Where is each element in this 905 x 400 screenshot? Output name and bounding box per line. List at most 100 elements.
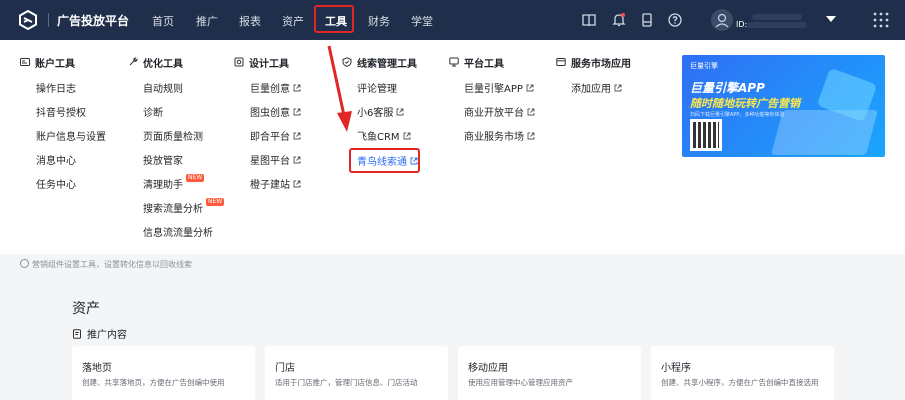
help-icon[interactable] [666, 11, 684, 29]
column-title: 线索管理工具 [357, 58, 417, 70]
menu-item-message-center[interactable]: 消息中心 [36, 152, 76, 167]
assets-section: 资产 推广内容 落地页 创建、共享落地页，方便在广告创编中使用 门店 适用于门店… [0, 276, 905, 400]
card-desc: 使用应用管理中心管理应用资产 [468, 378, 573, 387]
logo-icon[interactable] [18, 10, 38, 30]
menu-item-label: 小6客服 [357, 108, 394, 119]
menu-item-xiao6-service[interactable]: 小6客服 [357, 104, 404, 119]
promo-content-header: 推广内容 [72, 326, 127, 341]
column-title: 账户工具 [35, 58, 75, 70]
menu-item-label: 即合平台 [250, 132, 290, 143]
user-icon[interactable] [711, 9, 733, 31]
card-title: 移动应用 [468, 363, 508, 374]
menu-item-label: 清理助手 [143, 180, 183, 191]
nav-promotion[interactable]: 推广 [196, 13, 218, 29]
menu-item-search-traffic[interactable]: 搜索流量分析 NEW [143, 197, 225, 215]
tip-text: 营销组件设置工具，设置转化信息以回收线索 [32, 260, 192, 269]
external-link-icon [293, 132, 301, 139]
menu-item-xingtu[interactable]: 星图平台 [250, 152, 301, 167]
grid-icon[interactable] [873, 12, 889, 28]
promo-banner[interactable]: 巨量引擎 巨量引擎APP 随时随地玩转广告营销 扫码下载巨量引擎APP，多种功能… [682, 55, 885, 157]
card-desc: 创建、共享小程序，方便在广告创编中直接选用 [661, 378, 819, 387]
info-icon [20, 259, 29, 268]
column-title: 服务市场应用 [571, 58, 631, 70]
user-id-redacted [747, 22, 807, 28]
device-icon[interactable] [638, 11, 656, 29]
menu-item-comment-management[interactable]: 评论管理 [357, 80, 397, 95]
top-navigation-bar: 广告投放平台 首页 推广 报表 资产 工具 财务 学堂 ID: [0, 0, 905, 40]
wrench-icon [129, 57, 138, 66]
column-lead-tools: 线索管理工具 [342, 55, 417, 70]
external-link-icon [293, 108, 301, 115]
nav-home[interactable]: 首页 [152, 13, 174, 29]
card-title: 落地页 [82, 363, 112, 374]
menu-item-feiyu-crm[interactable]: 飞鱼CRM [357, 128, 411, 143]
card-store[interactable]: 门店 适用于门店推广，管理门店信息、门店活动 [265, 346, 448, 400]
menu-item-page-quality[interactable]: 页面质量检测 [143, 128, 203, 143]
column-title: 优化工具 [143, 58, 183, 70]
column-account-tools: 账户工具 [20, 55, 75, 70]
banner-caption: 扫码下载巨量引擎APP，多种功能等你体验 [690, 112, 785, 118]
external-link-icon [527, 132, 535, 139]
menu-item-open-platform[interactable]: 商业开放平台 [464, 104, 535, 119]
document-icon [73, 328, 81, 339]
qingniao-highlight-box [349, 148, 420, 173]
menu-item-juliang-app[interactable]: 巨量引擎APP [464, 80, 534, 95]
nav-reports[interactable]: 报表 [239, 13, 261, 29]
bell-icon[interactable] [610, 11, 628, 29]
column-market-apps: 服务市场应用 [556, 55, 631, 70]
design-icon [234, 57, 244, 67]
banner-tagline: 随时随地玩转广告营销 [690, 97, 800, 110]
nav-academy[interactable]: 学堂 [411, 13, 433, 29]
card-title: 小程序 [661, 363, 691, 374]
menu-item-label: 添加应用 [571, 84, 611, 95]
card-mobile-app[interactable]: 移动应用 使用应用管理中心管理应用资产 [458, 346, 641, 400]
external-link-icon [293, 156, 301, 163]
new-badge: NEW [206, 197, 225, 206]
card-mini-program[interactable]: 小程序 创建、共享小程序，方便在广告创编中直接选用 [651, 346, 834, 400]
user-name-redacted [752, 14, 802, 20]
app-icon [556, 58, 566, 66]
banner-headline: 巨量引擎APP [690, 81, 765, 95]
external-link-icon [526, 84, 534, 91]
column-design-tools: 设计工具 [234, 55, 289, 70]
menu-item-label: 星图平台 [250, 156, 290, 167]
menu-item-add-app[interactable]: 添加应用 [571, 80, 622, 95]
menu-item-chengzi[interactable]: 橙子建站 [250, 176, 301, 191]
brand-divider [48, 13, 49, 27]
menu-item-service-market[interactable]: 商业服务市场 [464, 128, 535, 143]
menu-item-account-settings[interactable]: 账户信息与设置 [36, 128, 106, 143]
brand-name[interactable]: 广告投放平台 [57, 12, 129, 29]
menu-item-jihe[interactable]: 即合平台 [250, 128, 301, 143]
menu-item-label: 橙子建站 [250, 180, 290, 191]
menu-item-feed-traffic[interactable]: 信息流流量分析 [143, 224, 213, 239]
menu-item-delivery-manager[interactable]: 投放管家 [143, 152, 183, 167]
external-link-icon [403, 132, 411, 139]
external-link-icon [396, 108, 404, 115]
menu-item-juliang-creative[interactable]: 巨量创意 [250, 80, 301, 95]
nav-assets[interactable]: 资产 [282, 13, 304, 29]
menu-item-operation-log[interactable]: 操作日志 [36, 80, 76, 95]
card-icon [20, 58, 30, 66]
external-link-icon [527, 108, 535, 115]
menu-item-label: 巨量创意 [250, 84, 290, 95]
qr-code-icon [690, 119, 722, 151]
menu-item-task-center[interactable]: 任务中心 [36, 176, 76, 191]
menu-item-douyin-auth[interactable]: 抖音号授权 [36, 104, 86, 119]
menu-item-label: 飞鱼CRM [357, 132, 400, 143]
external-link-icon [293, 180, 301, 187]
menu-item-auto-rules[interactable]: 自动规则 [143, 80, 183, 95]
subsection-title: 推广内容 [87, 330, 127, 341]
section-title: 资产 [72, 301, 100, 317]
card-landing-page[interactable]: 落地页 创建、共享落地页，方便在广告创编中使用 [72, 346, 255, 400]
menu-item-tuchong[interactable]: 图虫创意 [250, 104, 301, 119]
nav-finance[interactable]: 财务 [368, 13, 390, 29]
book-icon[interactable] [580, 11, 598, 29]
nav-tools-highlight [314, 5, 354, 33]
tools-dropdown-menu: 账户工具 操作日志 抖音号授权 账户信息与设置 消息中心 任务中心 优化工具 自… [0, 40, 905, 254]
menu-item-cleanup-assistant[interactable]: 清理助手 NEW [143, 173, 205, 191]
card-title: 门店 [275, 363, 295, 374]
menu-item-diagnosis[interactable]: 诊断 [143, 104, 163, 119]
menu-item-label: 图虫创意 [250, 108, 290, 119]
chevron-down-icon[interactable] [826, 16, 836, 22]
external-link-icon [293, 84, 301, 91]
